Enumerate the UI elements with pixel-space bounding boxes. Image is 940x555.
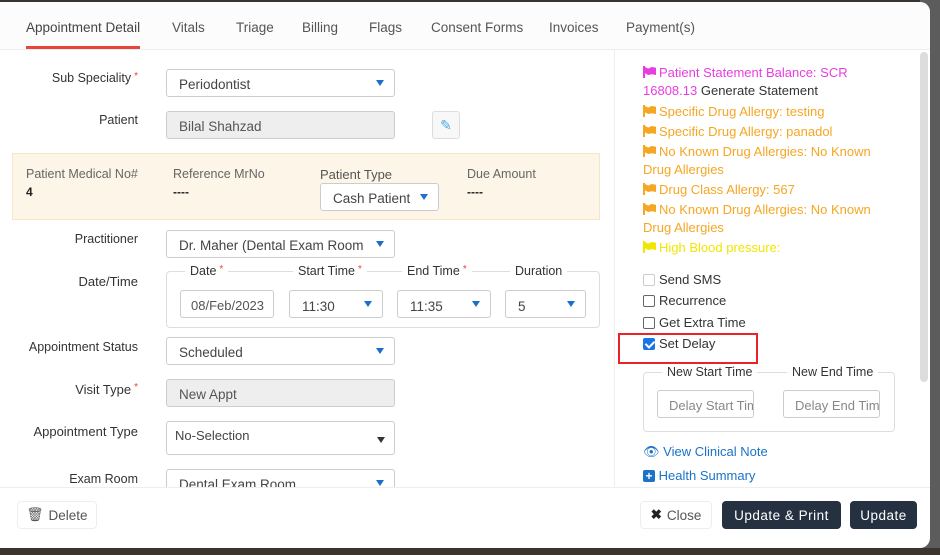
pencil-icon: ✎	[440, 116, 452, 133]
due-amount-value: ----	[467, 185, 483, 199]
tab-invoices[interactable]: Invoices	[549, 20, 599, 35]
patient-type-label: Patient Type	[320, 167, 393, 182]
chevron-down-icon	[420, 194, 428, 200]
start-time-select[interactable]: 11:30	[289, 290, 383, 318]
practitioner-label: Practitioner	[74, 232, 138, 246]
sub-speciality-label: Sub Speciality *	[51, 71, 138, 85]
start-time-label: Start Time *	[293, 264, 367, 278]
footer-divider	[0, 487, 930, 488]
reference-mrno-value: ----	[173, 185, 189, 199]
close-icon: ✖	[650, 507, 662, 522]
tab-consent-forms[interactable]: Consent Forms	[431, 20, 523, 35]
chevron-down-icon	[377, 437, 385, 443]
flag-item: Specific Drug Allergy: testing	[643, 103, 893, 121]
chevron-down-icon	[376, 80, 384, 86]
tab-payments[interactable]: Payment(s)	[626, 20, 695, 35]
chevron-down-icon	[364, 301, 372, 307]
tab-bar: Appointment Detail Vitals Triage Billing…	[0, 2, 930, 50]
appointment-type-label: Appointment Type	[33, 424, 138, 439]
appointment-status-label: Appointment Status	[28, 340, 138, 354]
exam-room-label: Exam Room	[69, 472, 138, 486]
flag-icon	[643, 66, 656, 78]
flag-icon	[643, 125, 656, 137]
reference-mrno-label: Reference MrNo	[173, 167, 265, 181]
recurrence-checkbox[interactable]: Recurrence	[643, 293, 726, 308]
chevron-down-icon	[567, 301, 575, 307]
appointment-type-select[interactable]: No-Selection	[166, 421, 395, 455]
tab-triage[interactable]: Triage	[236, 20, 274, 35]
flag-item: Specific Drug Allergy: panadol	[643, 123, 893, 141]
send-sms-checkbox[interactable]: Send SMS	[643, 272, 721, 287]
delay-start-input[interactable]: Delay Start Time	[657, 390, 754, 418]
end-time-select[interactable]: 11:35	[397, 290, 491, 318]
duration-select[interactable]: 5	[505, 290, 586, 318]
flag-icon	[643, 241, 656, 253]
scrollbar[interactable]	[920, 52, 928, 382]
flag-item: No Known Drug Allergies: No Known Drug A…	[643, 202, 871, 235]
checkbox-icon	[643, 294, 655, 307]
chevron-down-icon	[472, 301, 480, 307]
tab-vitals[interactable]: Vitals	[172, 20, 205, 35]
flag-bp: High Blood pressure:	[643, 239, 893, 257]
exam-room-select[interactable]: Dental Exam Room	[166, 469, 395, 487]
flag-icon	[643, 145, 656, 157]
visit-type-field: New Appt	[166, 379, 395, 407]
appointment-modal: Appointment Detail Vitals Triage Billing…	[0, 2, 930, 548]
update-button[interactable]: Update	[850, 501, 917, 529]
new-start-time-label: New Start Time	[662, 365, 758, 379]
datetime-label: Date/Time	[78, 274, 138, 289]
chevron-down-icon	[376, 241, 384, 247]
flag-item: Drug Class Allergy: 567	[643, 181, 893, 199]
due-amount-label: Due Amount	[467, 167, 536, 181]
tab-billing[interactable]: Billing	[302, 20, 338, 35]
sub-speciality-select[interactable]: Periodontist	[166, 69, 395, 97]
patient-info-panel: Patient Medical No# 4 Reference MrNo ---…	[12, 153, 600, 220]
chevron-down-icon	[376, 480, 384, 486]
delay-end-input[interactable]: Delay End Time	[783, 390, 880, 418]
duration-label: Duration	[510, 264, 568, 278]
eye-icon: 👁	[643, 444, 660, 459]
checkbox-icon	[643, 273, 655, 286]
patient-label: Patient	[99, 113, 138, 127]
pane-divider	[614, 50, 615, 487]
tab-flags[interactable]: Flags	[369, 20, 402, 35]
date-input[interactable]: 08/Feb/2023	[180, 290, 274, 318]
edit-patient-button[interactable]: ✎	[432, 111, 460, 139]
checkbox-checked-icon	[643, 337, 655, 350]
update-print-button[interactable]: Update & Print	[722, 501, 841, 529]
medical-no-value: 4	[26, 185, 33, 199]
new-end-time-label: New End Time	[787, 365, 879, 379]
medical-no-label: Patient Medical No#	[26, 167, 138, 181]
end-time-label: End Time *	[402, 264, 472, 278]
practitioner-select[interactable]: Dr. Maher (Dental Exam Room	[166, 230, 395, 258]
checkbox-icon	[643, 316, 655, 329]
delete-button[interactable]: 🗑 Delete	[17, 501, 97, 529]
tab-appointment-detail[interactable]: Appointment Detail	[26, 20, 141, 49]
patient-field: Bilal Shahzad	[166, 111, 395, 139]
flag-icon	[643, 203, 656, 215]
extra-time-checkbox[interactable]: Get Extra Time	[643, 315, 746, 330]
generate-statement-link[interactable]: Generate Statement	[701, 83, 818, 98]
health-summary-link[interactable]: + Health Summary	[643, 468, 755, 483]
visit-type-label: Visit Type *	[75, 382, 138, 397]
flag-balance: Patient Statement Balance: SCR 16808.13 …	[643, 65, 848, 98]
plus-icon: +	[643, 470, 655, 482]
date-label: Date *	[185, 264, 229, 278]
flag-item: No Known Drug Allergies: No Known Drug A…	[643, 144, 871, 177]
patient-type-select[interactable]: Cash Patient	[320, 183, 439, 211]
flag-icon	[643, 183, 656, 195]
flag-icon	[643, 105, 656, 117]
view-clinical-note-link[interactable]: 👁 View Clinical Note	[643, 444, 768, 460]
chevron-down-icon	[376, 348, 384, 354]
close-button[interactable]: ✖ Close	[640, 501, 712, 529]
set-delay-checkbox[interactable]: Set Delay	[643, 336, 715, 351]
appointment-status-select[interactable]: Scheduled	[166, 337, 395, 365]
trash-icon: 🗑	[26, 507, 44, 522]
